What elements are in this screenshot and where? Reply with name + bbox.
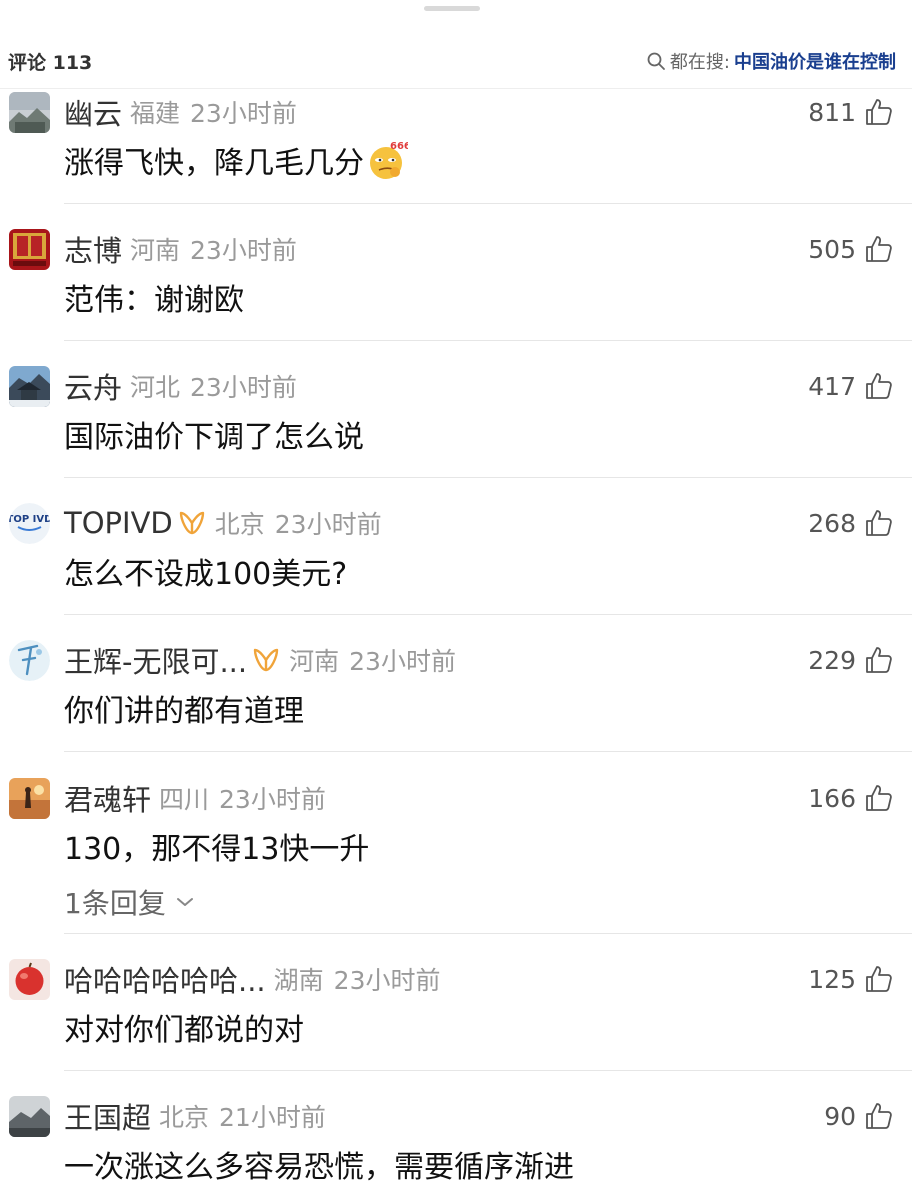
comment-text: 一次涨这么多容易恐慌，需要循序渐进 (64, 1142, 574, 1186)
avatar[interactable] (9, 1096, 50, 1137)
trending-search[interactable]: 都在搜: 中国油价是谁在控制 (646, 48, 896, 74)
divider (64, 614, 912, 615)
thumbs-up-icon (866, 966, 892, 992)
like-count: 229 (808, 645, 856, 675)
thumbs-up-icon (866, 373, 892, 399)
avatar[interactable] (9, 959, 50, 1000)
avatar[interactable] (9, 366, 50, 407)
timestamp: 23小时前 (190, 99, 297, 128)
vip-badge-icon (253, 648, 279, 672)
like-button[interactable]: 811 (808, 92, 894, 132)
timestamp: 23小时前 (219, 785, 326, 814)
comment-body: 范伟：谢谢欧 (64, 283, 244, 318)
like-count: 166 (808, 783, 856, 813)
divider (64, 751, 912, 752)
divider (64, 1070, 912, 1071)
comment-body: 130，那不得13快一升 (64, 832, 370, 867)
like-button[interactable]: 268 (808, 503, 894, 543)
comment-body: 对对你们都说的对 (64, 1013, 304, 1048)
region: 北京 (159, 1103, 210, 1132)
region: 湖南 (273, 966, 324, 995)
timestamp: 23小时前 (349, 647, 456, 676)
username[interactable]: 王国超 (64, 1095, 151, 1137)
666-smirk-emoji-icon: 666 (370, 141, 408, 179)
thumbs-up-icon (866, 1103, 892, 1129)
comment-text: 130，那不得13快一升 (64, 824, 369, 868)
thumbs-up-icon (866, 99, 892, 125)
divider (64, 340, 912, 341)
divider (64, 933, 912, 934)
timestamp: 23小时前 (333, 966, 441, 995)
avatar[interactable]: TOP IVD (9, 503, 50, 544)
comment-body: 你们讲的都有道理 (64, 694, 304, 729)
avatar[interactable] (9, 92, 50, 133)
divider (64, 477, 912, 478)
search-keyword-link[interactable]: 中国油价是谁在控制 (734, 48, 896, 74)
thumbs-up-icon (866, 236, 892, 262)
username[interactable]: 志博 (64, 228, 122, 270)
svg-text:666: 666 (390, 141, 408, 152)
region: 福建 (130, 99, 181, 128)
comment-body: 一次涨这么多容易恐慌，需要循序渐进 (64, 1150, 574, 1185)
region: 北京 (214, 510, 265, 539)
avatar[interactable] (9, 778, 50, 819)
comment-text: 怎么不设成100美元? (64, 549, 347, 593)
like-button[interactable]: 229 (808, 640, 894, 680)
username[interactable]: 君魂轩 (64, 777, 151, 819)
drag-handle[interactable] (424, 6, 480, 11)
like-button[interactable]: 125 (808, 959, 894, 999)
like-count: 90 (824, 1101, 856, 1131)
like-count: 268 (808, 508, 856, 538)
timestamp: 21小时前 (219, 1103, 326, 1132)
search-icon (647, 52, 665, 70)
thumbs-up-icon (866, 785, 892, 811)
avatar-logo-text: TOP IVD (9, 514, 50, 525)
username[interactable]: TOPIVD (64, 506, 173, 540)
search-prefix-label: 都在搜: (669, 52, 730, 73)
comment-text: 你们讲的都有道理 (64, 686, 304, 730)
comment-body: 涨得飞快，降几毛几分 (64, 146, 364, 181)
region: 四川 (159, 785, 210, 814)
thumbs-up-icon (866, 510, 892, 536)
comment-body: 国际油价下调了怎么说 (64, 420, 364, 455)
comment-text: 对对你们都说的对 (64, 1005, 304, 1049)
like-count: 417 (808, 371, 856, 401)
region: 河南 (289, 647, 340, 676)
like-button[interactable]: 90 (824, 1096, 894, 1136)
timestamp: 23小时前 (190, 236, 297, 265)
timestamp: 23小时前 (274, 510, 382, 539)
comment-text: 涨得飞快，降几毛几分 666 (64, 138, 408, 182)
comments-count-title: 评论 113 (8, 52, 93, 74)
comments-header: 评论 113 都在搜: 中国油价是谁在控制 (0, 32, 912, 88)
view-replies-button[interactable]: 1条回复 (64, 882, 194, 922)
comment-text: 国际油价下调了怎么说 (64, 412, 364, 456)
vip-badge-icon (179, 511, 204, 535)
like-button[interactable]: 166 (808, 778, 894, 818)
like-button[interactable]: 505 (808, 229, 894, 269)
replies-count: 1条回复 (64, 887, 166, 920)
region: 河南 (130, 236, 181, 265)
timestamp: 23小时前 (190, 373, 297, 402)
username[interactable]: 幽云 (64, 91, 122, 133)
chevron-down-icon (176, 898, 193, 906)
like-count: 125 (808, 964, 856, 994)
like-count: 811 (808, 97, 856, 127)
username[interactable]: 王辉-无限可... (64, 639, 247, 681)
divider (64, 203, 912, 204)
comment-body: 怎么不设成100美元? (64, 557, 348, 592)
avatar[interactable] (9, 640, 50, 681)
region: 河北 (130, 373, 181, 402)
comment-text: 范伟：谢谢欧 (64, 275, 244, 319)
divider (0, 88, 912, 89)
username[interactable]: 云舟 (64, 365, 122, 407)
avatar[interactable] (9, 229, 50, 270)
thumbs-up-icon (866, 647, 892, 673)
username[interactable]: 哈哈哈哈哈哈... (64, 958, 266, 1000)
like-button[interactable]: 417 (808, 366, 894, 406)
like-count: 505 (808, 234, 856, 264)
